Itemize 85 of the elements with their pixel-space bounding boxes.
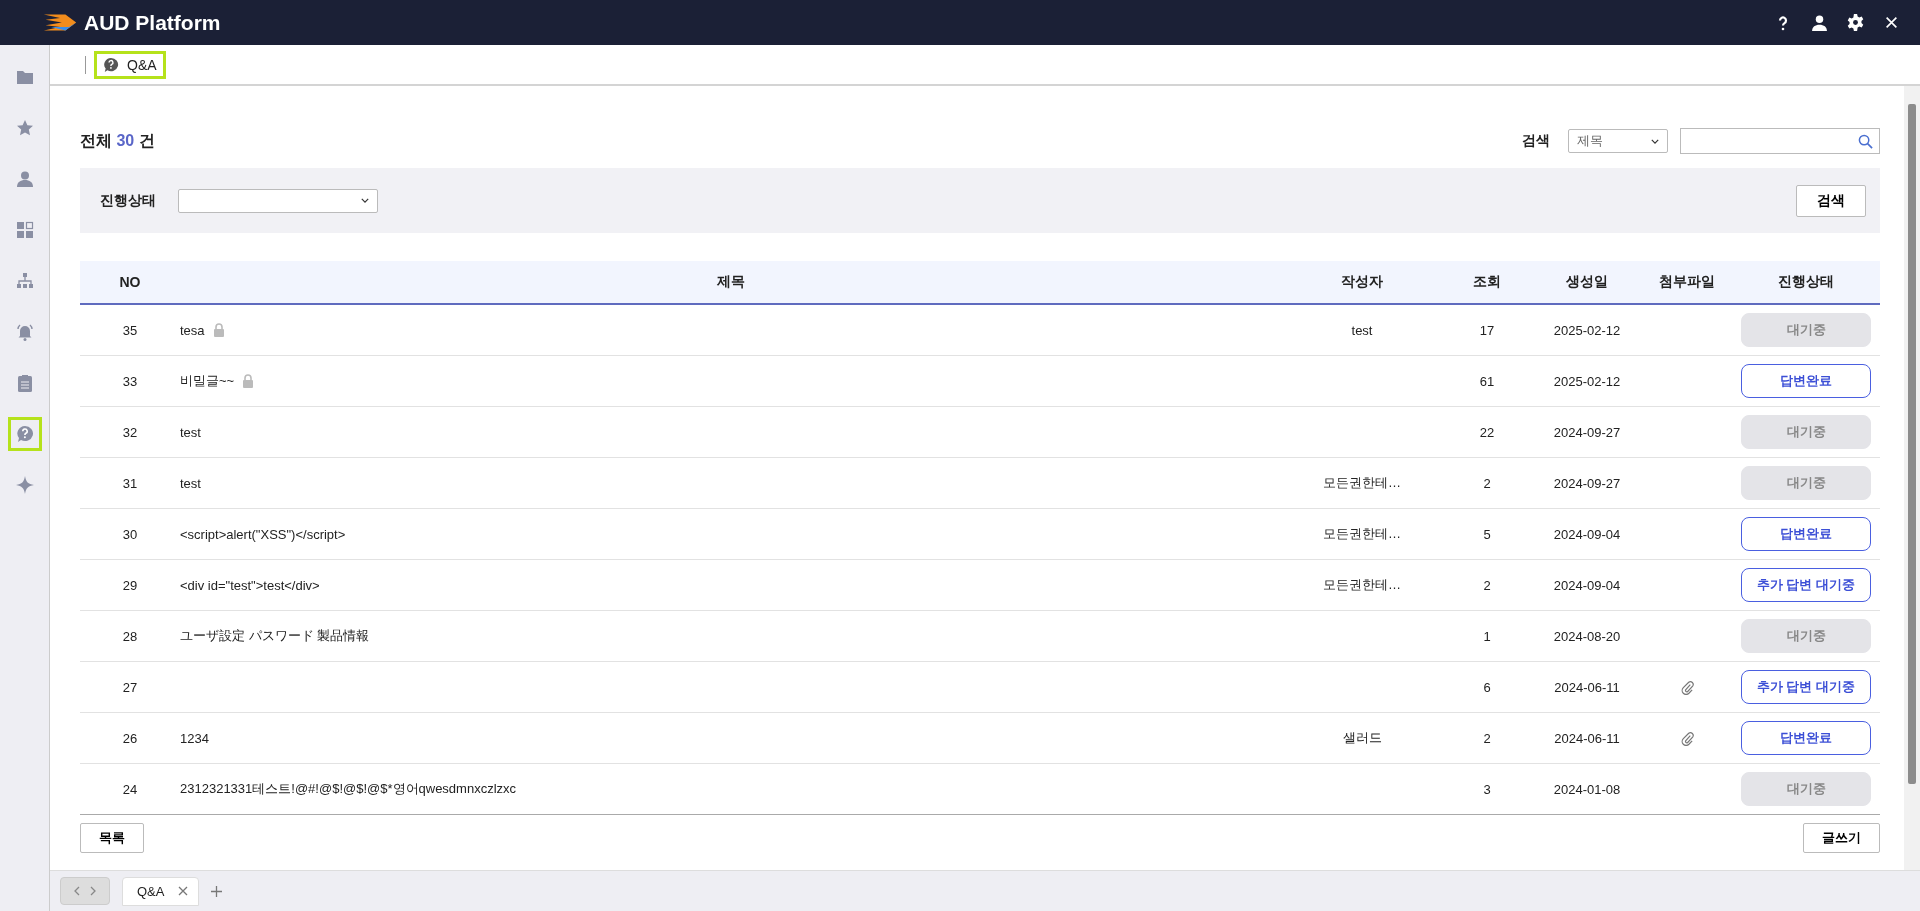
- table-cell-text: 24: [121, 781, 139, 797]
- add-tab-icon[interactable]: [211, 885, 223, 897]
- post-title-link[interactable]: 2312321331테스트!@#!@$!@$!@$*영어qwesdmnxczlzxc: [180, 780, 517, 798]
- column-header: 제목: [716, 273, 746, 291]
- table-cell-text: 2024-09-27: [1552, 424, 1622, 440]
- search-button[interactable]: 검색: [1796, 184, 1866, 217]
- status-button[interactable]: 답변완료: [1741, 517, 1871, 551]
- post-title-link[interactable]: ユーザ設定 パスワード 製品情報: [180, 627, 370, 645]
- folder-icon: [15, 68, 34, 86]
- status-filter-label: 진행상태: [100, 191, 156, 210]
- write-button[interactable]: 글쓰기: [1803, 823, 1880, 853]
- table-cell-text: 33: [121, 373, 139, 389]
- list-button[interactable]: 목록: [80, 823, 144, 853]
- column-header: 진행상태: [1777, 273, 1835, 291]
- post-title-link[interactable]: 1234: [180, 730, 209, 746]
- app-title: AUD Platform: [84, 10, 221, 35]
- post-title-link[interactable]: test: [180, 475, 201, 491]
- post-title-link[interactable]: 비밀글~~: [180, 372, 235, 390]
- table-cell-text: 61: [1478, 373, 1496, 389]
- post-title-link[interactable]: <script>alert("XSS")</script>: [180, 526, 346, 542]
- column-header: NO: [118, 274, 142, 290]
- table-cell-text: 5: [1482, 526, 1492, 542]
- help-icon: [103, 56, 119, 73]
- user-icon: [15, 170, 34, 188]
- table-cell: 모든권한테…: [1323, 576, 1401, 594]
- table-cell: test: [1351, 322, 1373, 338]
- status-button[interactable]: 추가 답변 대기중: [1741, 568, 1871, 602]
- help-icon: [15, 425, 34, 443]
- table-cell-text: 3: [1482, 781, 1492, 797]
- caret-icon: [361, 198, 369, 203]
- document-tab[interactable]: Q&A: [122, 876, 200, 906]
- table-cell-text: 35: [121, 322, 139, 338]
- table-cell: 모든권한테…: [1323, 525, 1401, 543]
- column-header: 생성일: [1565, 273, 1609, 291]
- bell-icon: [15, 323, 34, 341]
- table-cell-text: 2024-08-20: [1552, 628, 1622, 644]
- table-cell-text: 27: [121, 679, 139, 695]
- table-cell-text: 17: [1478, 322, 1496, 338]
- table-cell-text: 22: [1478, 424, 1496, 440]
- column-header: 조회: [1472, 273, 1502, 291]
- table-cell-text: 2025-02-12: [1552, 322, 1622, 338]
- search-field[interactable]: [1680, 128, 1880, 154]
- tab-nav-buttons[interactable]: [60, 877, 110, 905]
- sparkle-icon: [15, 476, 34, 494]
- status-button[interactable]: 답변완료: [1741, 721, 1871, 755]
- total-count: 전체 30 건: [80, 130, 155, 151]
- table-cell: 샐러드: [1342, 729, 1382, 747]
- post-title-link[interactable]: tesa: [180, 322, 205, 338]
- table-cell-text: 2: [1482, 577, 1492, 593]
- hierarchy-icon: [15, 272, 34, 290]
- table-cell-text: 2024-09-04: [1552, 526, 1622, 542]
- table-cell-text: 30: [121, 526, 139, 542]
- sidebar-item[interactable]: [7, 417, 42, 451]
- post-title-link[interactable]: test: [180, 424, 201, 440]
- grid-icon: [15, 221, 34, 239]
- column-header: 첨부파일: [1658, 273, 1716, 291]
- clipboard-icon: [15, 374, 34, 392]
- post-title-link[interactable]: <div id="test">test</div>: [180, 577, 320, 593]
- search-label: 검색: [1522, 132, 1550, 150]
- table-cell-text: 2024-06-11: [1553, 730, 1621, 746]
- column-header: 작성자: [1340, 273, 1384, 291]
- table-cell-text: 26: [121, 730, 139, 746]
- table-cell-text: 2024-09-27: [1552, 475, 1622, 491]
- table-cell-text: 2024-01-08: [1552, 781, 1622, 797]
- status-filter-select[interactable]: [178, 188, 378, 213]
- table-cell-text: 2025-02-12: [1552, 373, 1622, 389]
- table-cell-text: 1: [1482, 628, 1492, 644]
- table-cell-text: 29: [121, 577, 139, 593]
- table-cell-text: 2024-09-04: [1552, 577, 1622, 593]
- table-cell-text: 2: [1482, 475, 1492, 491]
- table-cell: 모든권한테…: [1323, 474, 1401, 492]
- scrollbar[interactable]: [1904, 86, 1920, 870]
- search-field-select[interactable]: 제목: [1568, 129, 1668, 153]
- status-button[interactable]: 답변완료: [1741, 364, 1871, 398]
- table-cell-text: 28: [121, 628, 139, 644]
- search-icon[interactable]: [1858, 133, 1873, 149]
- star-icon: [15, 119, 34, 137]
- caret-icon: [1651, 138, 1659, 144]
- table-cell-text: 31: [121, 475, 139, 491]
- table-cell-text: 2024-06-11: [1553, 679, 1621, 695]
- breadcrumb-tab[interactable]: Q&A: [94, 50, 166, 79]
- table-cell-text: 32: [121, 424, 139, 440]
- status-button[interactable]: 추가 답변 대기중: [1741, 670, 1871, 704]
- table-cell-text: 2: [1482, 730, 1492, 746]
- table-cell-text: 6: [1482, 679, 1492, 695]
